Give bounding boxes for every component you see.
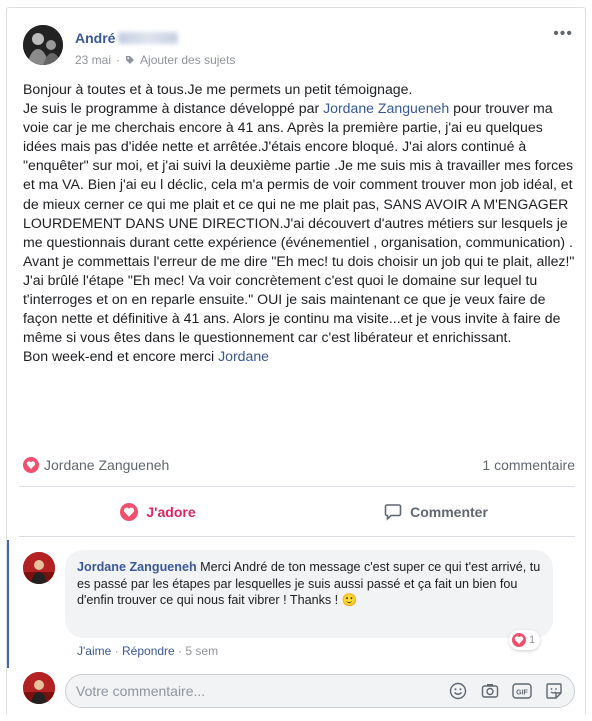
post-date[interactable]: 23 mai [75, 53, 111, 67]
current-user-avatar [23, 672, 55, 704]
love-icon [23, 457, 39, 473]
comment-input[interactable] [76, 683, 448, 699]
emoji-icon[interactable] [448, 681, 468, 701]
meta-separator: · [116, 53, 121, 67]
divider [19, 486, 575, 487]
add-topics-link[interactable]: Ajouter des sujets [140, 53, 235, 67]
more-icon[interactable]: ••• [553, 26, 573, 42]
reactions-summary: Jordane Zangueneh 1 commentaire [23, 457, 575, 477]
post-paragraph: Bonjour à toutes et à tous.Je me permets… [23, 81, 413, 97]
post-meta: 23 mai · Ajouter des sujets [75, 53, 235, 67]
camera-icon[interactable] [480, 681, 500, 701]
comment-icon [384, 504, 402, 521]
reply-link[interactable]: Répondre [122, 644, 175, 658]
mention-link[interactable]: Jordane Zangueneh [323, 100, 449, 116]
mention-link[interactable]: Jordane [218, 348, 269, 364]
comment-button-label: Commenter [410, 504, 488, 520]
sticker-icon[interactable] [544, 681, 564, 701]
love-icon [512, 633, 526, 647]
gif-icon[interactable]: GIF [512, 681, 532, 701]
commenter-avatar[interactable] [23, 552, 55, 584]
love-button-label: J'adore [146, 504, 196, 520]
comment-bubble: Jordane Zangueneh Merci André de ton mes… [65, 550, 553, 638]
comment-meta: J'aime · Répondre · 5 sem [77, 644, 219, 658]
post-body: Bonjour à toutes et à tous.Je me permets… [23, 80, 575, 366]
post-paragraph: Je suis le programme à distance développ… [23, 100, 575, 346]
comment-composer: GIF [65, 674, 575, 708]
post-card: André 23 mai · Ajouter des sujets ••• Bo… [6, 7, 586, 716]
love-button[interactable]: J'adore [19, 493, 297, 531]
author-name[interactable]: André [75, 30, 179, 46]
comment-time[interactable]: 5 sem [185, 644, 218, 658]
post-paragraph: Bon week-end et encore merci Jordane [23, 348, 269, 365]
comments-section: Jordane Zangueneh Merci André de ton mes… [7, 540, 585, 716]
comment-count[interactable]: 1 commentaire [482, 457, 575, 473]
comment-button[interactable]: Commenter [297, 493, 575, 531]
author-avatar[interactable] [23, 25, 63, 65]
redacted-surname [118, 32, 179, 44]
love-icon [120, 503, 139, 521]
action-bar: J'adore Commenter [19, 493, 575, 531]
comment-reactions[interactable]: 1 [509, 630, 541, 650]
comment-author[interactable]: Jordane Zangueneh [77, 560, 197, 574]
comment-indicator [7, 540, 9, 668]
reaction-count: 1 [529, 634, 536, 646]
svg-text:GIF: GIF [516, 690, 528, 697]
divider [19, 536, 575, 537]
like-comment-link[interactable]: J'aime [77, 644, 111, 658]
reactor-name[interactable]: Jordane Zangueneh [44, 457, 169, 473]
tag-icon [126, 56, 135, 64]
